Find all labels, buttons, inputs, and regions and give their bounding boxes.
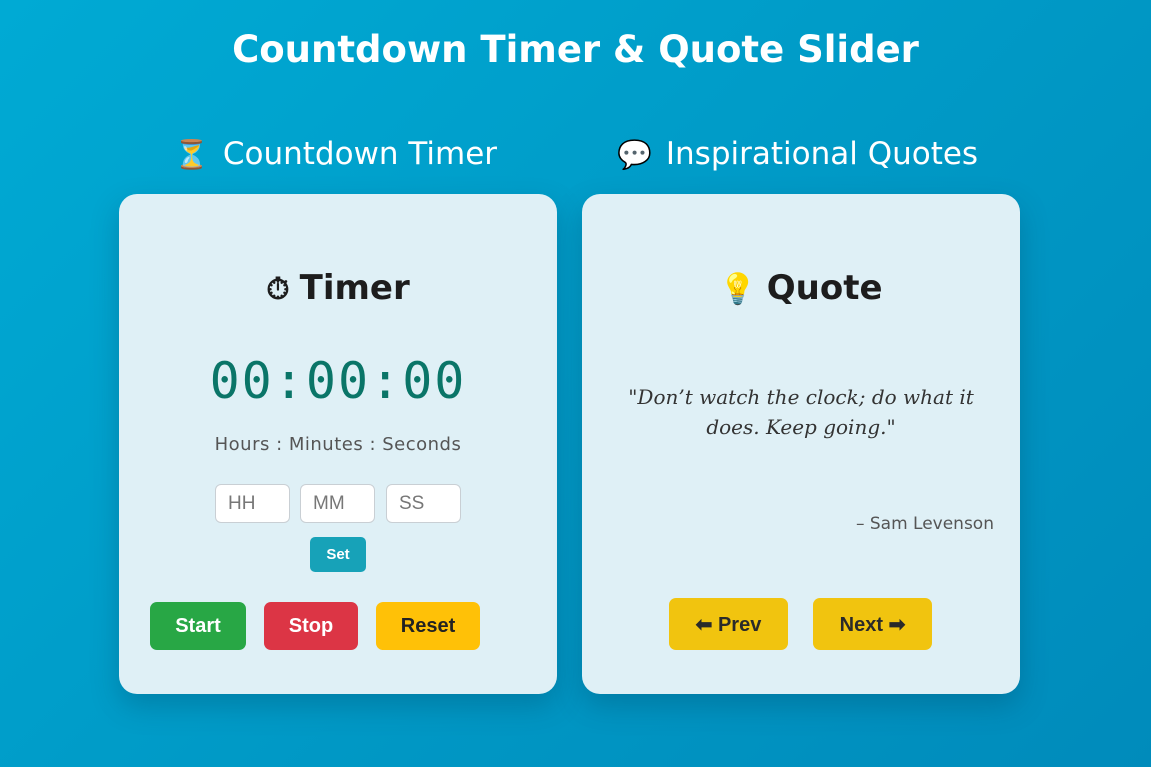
minutes-input[interactable] [300, 484, 375, 523]
timer-units-label: Hours : Minutes : Seconds [214, 434, 462, 455]
set-button[interactable]: Set [310, 537, 366, 572]
next-quote-button[interactable]: Next ➡ [813, 598, 932, 650]
quote-text: "Don’t watch the clock; do what it does.… [628, 385, 974, 439]
prev-quote-button[interactable]: ⬅ Prev [669, 598, 788, 650]
timer-card-title: ⏱ Timer [119, 268, 557, 308]
timer-card-title-label: Timer [299, 268, 410, 308]
quote-card: 💡 Quote "Don’t watch the clock; do what i… [582, 194, 1020, 694]
speech-bubble-icon: 💬 [617, 138, 652, 171]
start-button[interactable]: Start [150, 602, 246, 650]
hours-input[interactable] [215, 484, 290, 523]
quote-card-title: 💡 Quote [582, 268, 1020, 308]
seconds-input[interactable] [386, 484, 461, 523]
quote-card-title-label: Quote [766, 268, 883, 308]
stopwatch-icon: ⏱ [266, 272, 290, 307]
hourglass-icon: ⏳ [174, 138, 209, 171]
lightbulb-icon: 💡 [719, 272, 757, 307]
countdown-timer-heading-label: Countdown Timer [222, 136, 498, 172]
page-title: Countdown Timer & Quote Slider [232, 28, 919, 71]
timer-display: 00:00:00 [209, 352, 467, 410]
inspirational-quotes-heading: 💬 Inspirational Quotes [617, 136, 978, 172]
stop-button[interactable]: Stop [264, 602, 358, 650]
reset-button[interactable]: Reset [376, 602, 480, 650]
timer-card: ⏱ Timer 00:00:00 Hours : Minutes : Second… [119, 194, 557, 694]
inspirational-quotes-heading-label: Inspirational Quotes [665, 136, 979, 172]
quote-author: – Sam Levenson [855, 514, 994, 534]
countdown-timer-heading: ⏳ Countdown Timer [174, 136, 497, 172]
